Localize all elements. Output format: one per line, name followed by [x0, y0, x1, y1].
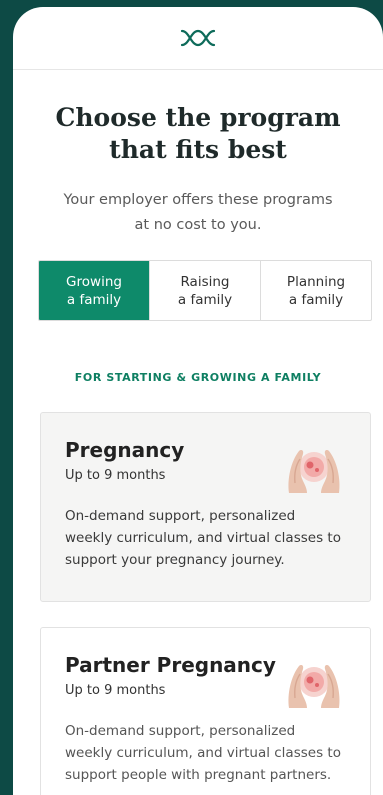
program-card-partner-pregnancy[interactable]: Partner Pregnancy Up to 9 months On-dema… — [40, 627, 371, 795]
tab-label-line2: a family — [177, 291, 233, 308]
hands-embrace-icon — [285, 658, 343, 710]
program-tabs: Growing a family Raising a family Planni… — [38, 260, 372, 321]
card-description: On-demand support, personalized weekly c… — [65, 508, 341, 568]
tab-growing-a-family[interactable]: Growing a family — [39, 261, 149, 320]
page-title: Choose the program that fits best — [55, 103, 341, 164]
tab-label-line1: Raising — [180, 273, 230, 290]
card-description: On-demand support, personalized weekly c… — [65, 723, 341, 783]
tab-label-line1: Planning — [286, 273, 346, 290]
tab-label-line2: a family — [66, 291, 122, 308]
top-bar — [13, 7, 383, 70]
section-label: FOR STARTING & GROWING A FAMILY — [74, 371, 322, 384]
hands-embrace-icon — [285, 443, 343, 495]
tab-label-line1: Growing — [66, 273, 122, 290]
tab-label-line2: a family — [288, 291, 344, 308]
program-card-pregnancy[interactable]: Pregnancy Up to 9 months On-demand suppo… — [40, 412, 371, 602]
page-subtitle: Your employer offers these programs at n… — [63, 192, 333, 233]
app-frame: Choose the program that fits best Your e… — [13, 7, 383, 795]
linked-loops-logo-icon[interactable] — [179, 28, 217, 48]
tab-planning-a-family[interactable]: Planning a family — [260, 261, 371, 320]
tab-raising-a-family[interactable]: Raising a family — [149, 261, 260, 320]
